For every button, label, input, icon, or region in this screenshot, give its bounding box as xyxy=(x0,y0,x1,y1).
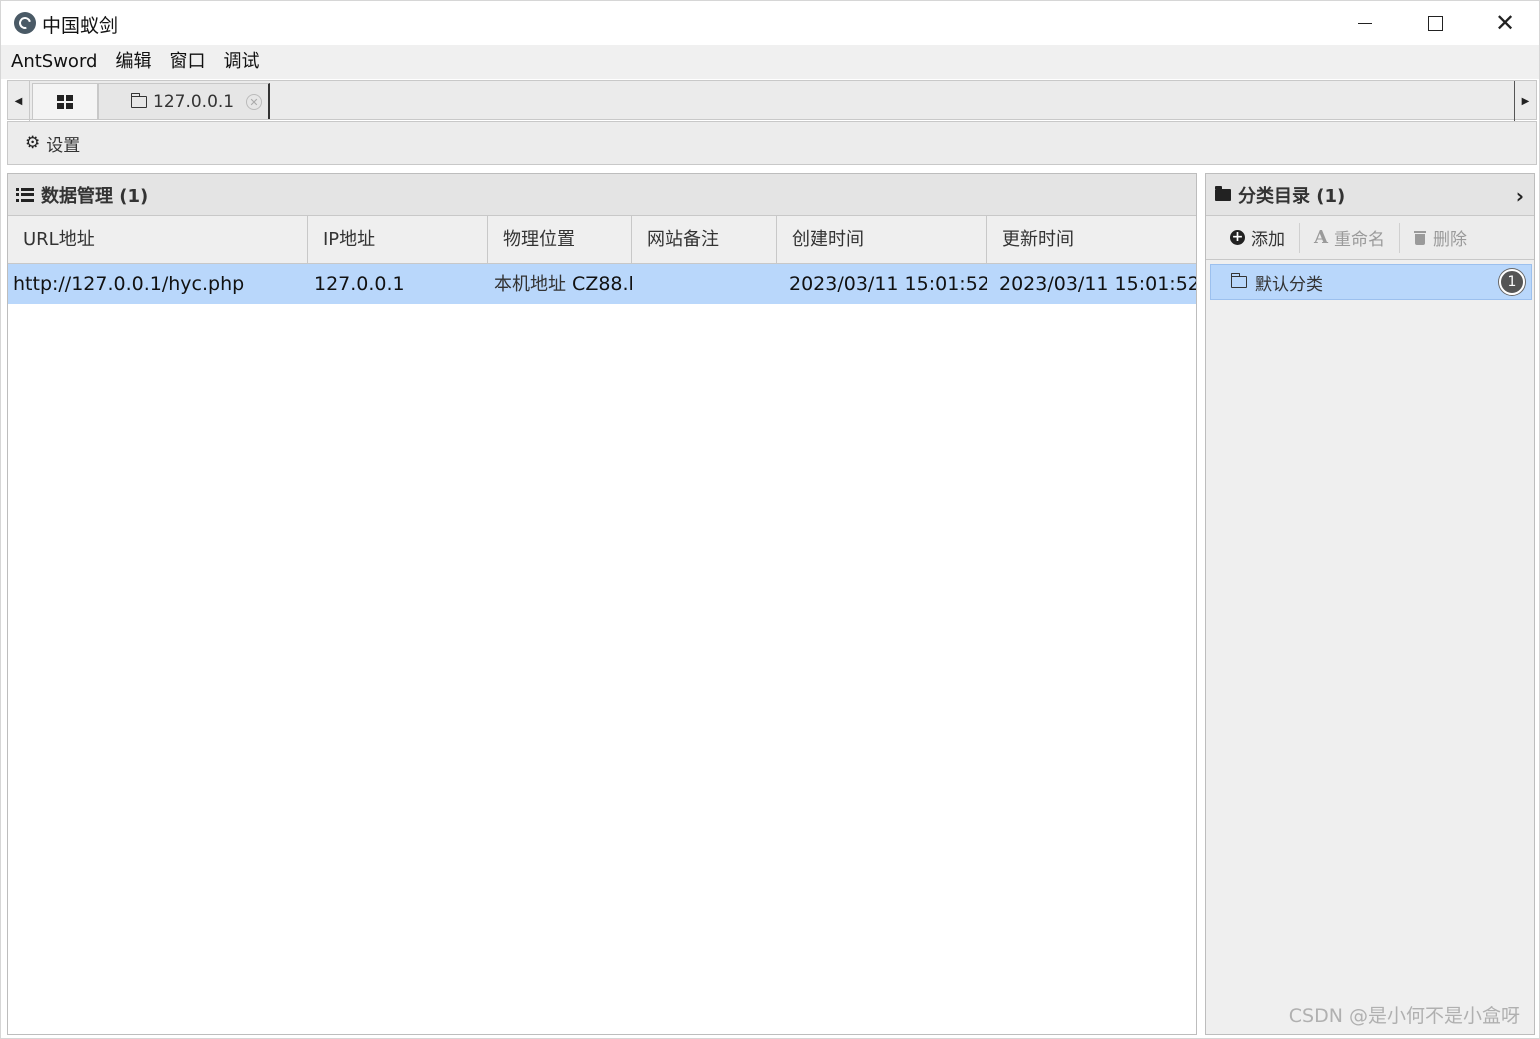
category-item-default[interactable]: 默认分类 1 xyxy=(1210,264,1532,300)
tab-home[interactable] xyxy=(32,83,98,119)
cell-location-prefix: 本机地址 xyxy=(494,274,566,295)
rename-category-label: 重命名 xyxy=(1333,230,1385,250)
antsword-logo-icon xyxy=(14,12,36,34)
cell-note xyxy=(632,264,777,304)
column-header-url[interactable]: URL地址 xyxy=(8,216,308,264)
tab-scroll-right-button[interactable]: ▶ xyxy=(1514,81,1536,121)
menu-bar: AntSword 编辑 窗口 调试 xyxy=(1,45,1539,79)
data-management-panel: 数据管理 (1) URL地址 IP地址 物理位置 网站备注 创建时间 更新时间 … xyxy=(7,173,1197,1035)
cell-ip: 127.0.0.1 xyxy=(314,273,405,295)
trash-icon xyxy=(1413,230,1426,245)
cell-location-suffix: CZ88.l xyxy=(572,273,632,295)
menu-window[interactable]: 窗口 xyxy=(160,45,214,79)
tab-host-label: 127.0.0.1 xyxy=(153,91,235,112)
category-toolbar: + 添加 A 重命名 删除 xyxy=(1206,216,1534,260)
rename-category-button[interactable]: A 重命名 xyxy=(1300,222,1400,253)
cell-updated: 2023/03/11 15:01:52 xyxy=(999,273,1196,295)
menu-antsword[interactable]: AntSword xyxy=(1,45,106,79)
category-count-badge: 1 xyxy=(1499,269,1525,295)
main-toolbar: ⚙ 设置 xyxy=(7,121,1537,165)
menu-edit[interactable]: 编辑 xyxy=(106,45,160,79)
caret-left-icon: ◀ xyxy=(14,95,23,107)
settings-button[interactable]: 设置 xyxy=(46,131,80,156)
category-item-label: 默认分类 xyxy=(1255,274,1323,295)
maximize-icon xyxy=(1427,15,1443,31)
folder-solid-icon xyxy=(1215,185,1231,201)
maximize-button[interactable] xyxy=(1400,1,1470,45)
grid-icon xyxy=(57,94,73,109)
delete-category-label: 删除 xyxy=(1432,230,1467,250)
cell-location: 本机地址 CZ88.l xyxy=(488,264,632,304)
tab-host[interactable]: 127.0.0.1 ✕ xyxy=(98,83,270,119)
table-row[interactable]: http://127.0.0.1/hyc.php 127.0.0.1 本机地址 … xyxy=(8,264,1196,304)
folder-icon xyxy=(131,92,147,108)
app-window: 中国蚁剑 ✕ AntSword 编辑 窗口 调试 ◀ 127.0.0.1 ✕ ▶… xyxy=(0,0,1540,1039)
add-category-label: 添加 xyxy=(1251,230,1285,250)
data-panel-title: 数据管理 (1) xyxy=(41,185,149,207)
add-category-button[interactable]: + 添加 xyxy=(1206,222,1300,253)
column-header-updated[interactable]: 更新时间 xyxy=(987,216,1196,264)
chevron-right-icon[interactable]: › xyxy=(1516,184,1524,208)
minimize-icon xyxy=(1358,22,1372,24)
watermark: CSDN @是小何不是小盒呀 xyxy=(1288,1005,1520,1027)
menu-debug[interactable]: 调试 xyxy=(214,45,268,79)
list-icon xyxy=(16,188,34,202)
category-panel-header: 分类目录 (1) › xyxy=(1206,174,1534,216)
plus-circle-icon: + xyxy=(1230,229,1245,245)
table-header: URL地址 IP地址 物理位置 网站备注 创建时间 更新时间 xyxy=(8,216,1196,264)
window-title: 中国蚁剑 xyxy=(42,15,119,37)
tab-close-icon[interactable]: ✕ xyxy=(246,94,262,110)
close-button[interactable]: ✕ xyxy=(1470,1,1540,45)
minimize-button[interactable] xyxy=(1330,1,1400,45)
category-panel-title: 分类目录 (1) xyxy=(1238,185,1346,207)
tab-scroll-left-button[interactable]: ◀ xyxy=(8,81,30,121)
column-header-created[interactable]: 创建时间 xyxy=(777,216,987,264)
column-header-note[interactable]: 网站备注 xyxy=(632,216,777,264)
cell-url: http://127.0.0.1/hyc.php xyxy=(13,273,245,295)
tab-bar: ◀ 127.0.0.1 ✕ ▶ xyxy=(7,80,1537,121)
caret-right-icon: ▶ xyxy=(1521,95,1530,107)
data-panel-header: 数据管理 (1) xyxy=(8,174,1196,216)
font-icon: A xyxy=(1314,227,1328,248)
category-panel: 分类目录 (1) › + 添加 A 重命名 删除 默认分类 1 CSDN @是小… xyxy=(1205,173,1535,1035)
cell-created: 2023/03/11 15:01:52 xyxy=(789,273,987,295)
column-header-ip[interactable]: IP地址 xyxy=(308,216,488,264)
delete-category-button[interactable]: 删除 xyxy=(1400,223,1481,253)
folder-icon xyxy=(1231,273,1247,288)
column-header-location[interactable]: 物理位置 xyxy=(488,216,632,264)
title-bar: 中国蚁剑 ✕ xyxy=(1,1,1539,45)
close-icon: ✕ xyxy=(1494,9,1516,37)
gear-icon[interactable]: ⚙ xyxy=(25,133,40,153)
